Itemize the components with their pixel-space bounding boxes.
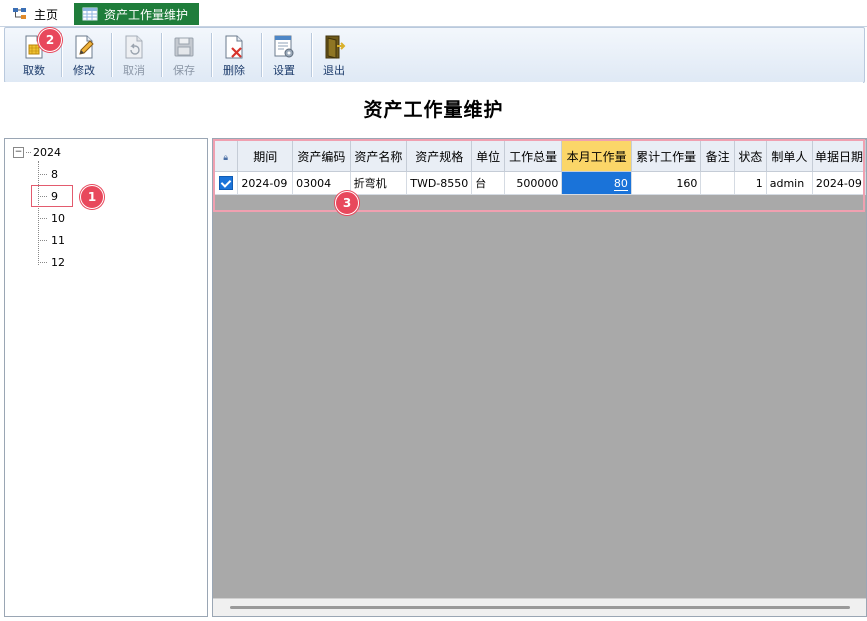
save-button[interactable]: 保存 — [159, 30, 209, 80]
tab-home-label: 主页 — [34, 7, 59, 22]
table-cell[interactable]: 台 — [471, 171, 505, 195]
data-grid: 🔒︎ 期间 资产编码 资产名称 资产规格 单位 工作总量 本月工作量 累计工作量… — [213, 140, 866, 195]
data-grid-area: 🔒︎ 期间 资产编码 资产名称 资产规格 单位 工作总量 本月工作量 累计工作量… — [213, 139, 866, 599]
tree-connector — [38, 173, 47, 175]
callout-badge: 3 — [335, 191, 359, 215]
edit-label: 修改 — [73, 64, 95, 77]
table-row[interactable]: 2024-09 03004 折弯机 TWD-8550 台 500000 80 1… — [213, 171, 866, 195]
settings-button[interactable]: 设置 — [259, 30, 309, 80]
tree-node-8[interactable]: 8 — [38, 167, 58, 181]
horizontal-scrollbar[interactable] — [213, 598, 866, 616]
page-title: 资产工作量维护 — [4, 82, 863, 134]
column-header[interactable]: 制单人 — [765, 140, 813, 172]
column-header[interactable]: 累计工作量 — [630, 140, 702, 172]
table-cell[interactable]: admin — [765, 171, 813, 195]
settings-label: 设置 — [273, 64, 295, 77]
tree-node-root[interactable]: − 2024 — [13, 146, 61, 159]
tree-connector — [38, 217, 47, 219]
tree-node-label: 12 — [51, 255, 65, 269]
selected-node-highlight — [31, 185, 73, 207]
column-header[interactable]: 期间 — [237, 140, 294, 172]
column-header-highlighted[interactable]: 本月工作量 — [561, 140, 632, 172]
exit-label: 退出 — [323, 64, 345, 77]
lock-icon: 🔒︎ — [223, 153, 229, 163]
table-cell[interactable]: 2024-09 — [811, 171, 866, 195]
tree-node-label: 11 — [51, 233, 65, 247]
edit-button[interactable]: 修改 — [59, 30, 109, 80]
tab-asset-workload[interactable]: 资产工作量维护 — [74, 3, 199, 25]
table-icon — [82, 7, 98, 21]
row-checkbox[interactable] — [213, 171, 239, 195]
exit-button[interactable]: 退出 — [309, 30, 359, 80]
data-grid-panel: 🔒︎ 期间 资产编码 资产名称 资产规格 单位 工作总量 本月工作量 累计工作量… — [212, 138, 867, 617]
table-cell[interactable]: 500000 — [503, 171, 563, 195]
table-cell-editing[interactable]: 80 — [561, 171, 632, 195]
column-lock-header[interactable]: 🔒︎ — [213, 140, 239, 172]
fetch-data-label: 取数 — [23, 64, 45, 77]
column-header[interactable]: 单位 — [471, 140, 505, 172]
tab-bar: 主页 资产工作量维护 — [0, 0, 867, 27]
delete-icon — [225, 35, 243, 59]
period-tree: − 2024 8 9 10 11 12 — [4, 138, 208, 617]
tab-asset-workload-label: 资产工作量维护 — [104, 7, 189, 22]
table-cell[interactable]: 2024-09 — [237, 171, 294, 195]
tree-root-label: 2024 — [33, 146, 61, 159]
delete-button[interactable]: 删除 — [209, 30, 259, 80]
edit-icon — [75, 35, 94, 59]
tree-connector — [26, 152, 31, 153]
cancel-label: 取消 — [123, 64, 145, 77]
tab-home[interactable]: 主页 — [12, 3, 58, 25]
table-cell[interactable]: 160 — [630, 171, 702, 195]
column-header[interactable]: 资产规格 — [406, 140, 473, 172]
cancel-button[interactable]: 取消 — [109, 30, 159, 80]
tree-node-12[interactable]: 12 — [38, 255, 65, 269]
tree-connector — [38, 239, 47, 241]
cell-value: 80 — [613, 176, 628, 191]
save-icon — [174, 37, 194, 57]
settings-icon — [274, 35, 294, 58]
grid-header-row: 🔒︎ 期间 资产编码 资产名称 资产规格 单位 工作总量 本月工作量 累计工作量… — [213, 140, 866, 172]
toolbar: 取数 修改 取消 保存 删除 设置 退出 — [4, 27, 865, 83]
save-label: 保存 — [173, 64, 195, 77]
app-window: 主页 资产工作量维护 取数 修改 取消 保存 删除 设置 退出 资产工作量维护 … — [0, 0, 867, 621]
delete-label: 删除 — [223, 64, 245, 77]
callout-badge: 2 — [38, 28, 62, 52]
tree-node-10[interactable]: 10 — [38, 211, 65, 225]
table-cell[interactable]: TWD-8550 — [406, 171, 473, 195]
table-cell[interactable]: 1 — [733, 171, 767, 195]
column-header[interactable]: 单据日期 — [811, 140, 866, 172]
tree-connector — [38, 261, 47, 263]
tree-node-11[interactable]: 11 — [38, 233, 65, 247]
column-header[interactable]: 状态 — [733, 140, 767, 172]
callout-badge: 1 — [80, 185, 104, 209]
exit-icon — [325, 35, 346, 59]
column-header[interactable]: 资产编码 — [292, 140, 351, 172]
tree-node-label: 10 — [51, 211, 65, 225]
undo-icon — [125, 35, 143, 59]
column-header[interactable]: 备注 — [700, 140, 735, 172]
scrollbar-thumb[interactable] — [230, 606, 850, 609]
home-tree-icon — [13, 8, 26, 19]
checkbox-checked-icon[interactable] — [218, 176, 233, 190]
column-header[interactable]: 工作总量 — [503, 140, 563, 172]
collapse-icon[interactable]: − — [13, 147, 24, 158]
table-cell[interactable] — [700, 171, 735, 195]
table-cell[interactable]: 折弯机 — [349, 171, 408, 195]
column-header[interactable]: 资产名称 — [349, 140, 408, 172]
tree-node-label: 8 — [51, 167, 58, 181]
